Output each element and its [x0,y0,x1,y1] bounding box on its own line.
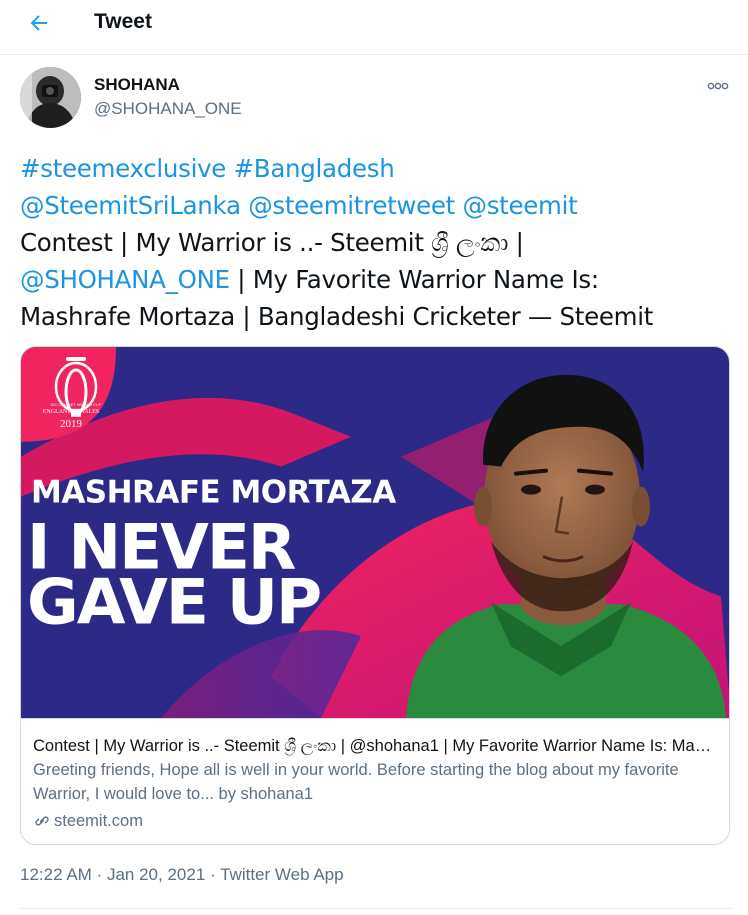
author-handle[interactable]: @SHOHANA_ONE [94,99,242,119]
link-icon [35,816,49,826]
logo-text: ENGLAND & WALES [43,409,99,415]
tweet-source[interactable]: Twitter Web App [220,865,343,884]
card-image: ICC CRICKET WORLD CUP ENGLAND & WALES 20… [21,347,729,719]
separator: · [210,865,216,884]
more-options-button[interactable] [705,76,731,96]
mention-link[interactable]: @SteemitSriLanka [20,191,241,220]
logo-text: ICC CRICKET WORLD CUP [51,402,102,407]
card-details: Contest | My Warrior is ..- Steemit ශ්‍ර… [21,720,729,844]
hashtag-link[interactable]: #Bangladesh [234,154,395,183]
card-domain: steemit.com [33,809,719,833]
hashtag-link[interactable]: #steemexclusive [20,154,226,183]
back-button[interactable] [22,6,56,40]
card-domain-text: steemit.com [54,812,143,830]
banner-headline-1: MASHRAFE MORTAZA [31,475,396,511]
tweet-date[interactable]: Jan 20, 2021 [107,865,205,884]
mention-link[interactable]: @steemit [463,191,578,220]
mention-link[interactable]: @SHOHANA_ONE [20,265,230,294]
tweet-line-4: @SHOHANA_ONE | My Favorite Warrior Name … [20,261,730,298]
logo-year: 2019 [60,418,82,430]
more-dots-icon [707,82,729,90]
top-bar: Tweet [0,0,748,55]
tweet-metadata: 12:22 AM · Jan 20, 2021 · Twitter Web Ap… [20,865,344,885]
tweet-line-4-text: | My Favorite Warrior Name Is: [229,265,599,294]
arrow-left-icon [30,15,47,31]
author-name[interactable]: SHOHANA [94,75,180,95]
tweet-time[interactable]: 12:22 AM [20,865,92,884]
tweet-line-2: @SteemitSriLanka @steemitretweet @steemi… [20,187,730,224]
mention-link[interactable]: @steemitretweet [248,191,455,220]
avatar[interactable] [20,67,81,128]
tweet-line-5: Mashrafe Mortaza | Bangladeshi Cricketer… [20,302,654,331]
tweet-line-1: #steemexclusive #Bangladesh [20,150,730,187]
banner-headline-3: GAVE UP [27,565,320,638]
card-description: Greeting friends, Hope all is well in yo… [33,761,679,803]
separator: · [96,865,103,884]
link-preview-card[interactable]: ICC CRICKET WORLD CUP ENGLAND & WALES 20… [20,346,730,845]
tweet-text: #steemexclusive #Bangladesh @SteemitSriL… [20,150,730,335]
page-title: Tweet [94,10,152,33]
tweet-line-3: Contest | My Warrior is ..- Steemit ශ්‍ර… [20,228,524,257]
avatar-photo [20,67,81,128]
divider [20,908,732,909]
card-title: Contest | My Warrior is ..- Steemit ශ්‍ර… [33,737,719,755]
